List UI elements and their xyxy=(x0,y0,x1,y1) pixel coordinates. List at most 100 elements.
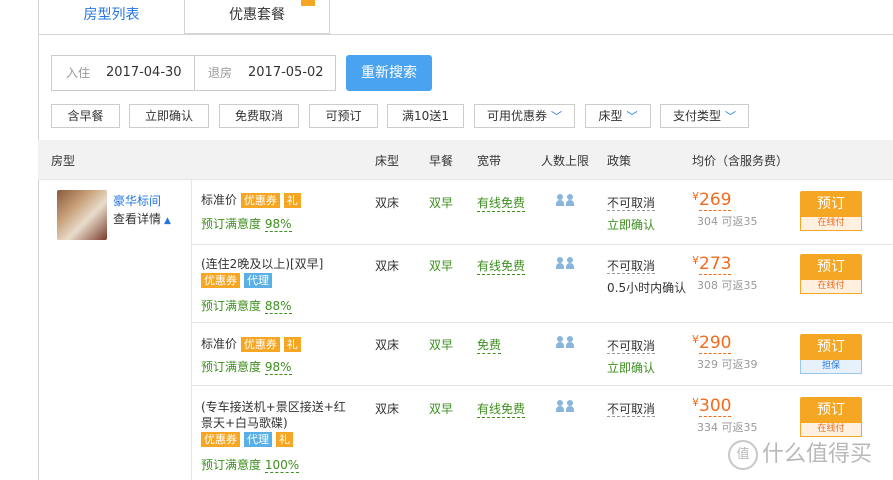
price: ¥273 308 可返35 xyxy=(692,254,758,293)
satisfaction-value: 98% xyxy=(264,360,292,375)
room-thumbnail[interactable] xyxy=(57,190,107,240)
book-button[interactable]: 预订 在线付 xyxy=(800,397,862,437)
bed-type: 双床 xyxy=(375,338,400,352)
filter-instant-confirm[interactable]: 立即确认 xyxy=(129,104,209,128)
bed-type: 双床 xyxy=(375,402,400,416)
filter-breakfast[interactable]: 含早餐 xyxy=(51,104,120,128)
watermark-text: 什么值得买 xyxy=(762,442,873,467)
policy-cancel: 不可取消 xyxy=(607,339,656,354)
chevron-down-icon: ﹀ xyxy=(725,110,736,123)
agent-tag: 代理 xyxy=(244,273,272,288)
people-icon xyxy=(556,336,576,348)
original-price: 304 可返35 xyxy=(697,215,758,228)
book-label: 预订 xyxy=(800,397,862,423)
row-divider xyxy=(192,385,893,386)
date-range-box[interactable]: 入住 2017-04-30 退房 2017-05-02 xyxy=(51,55,336,91)
people-icon xyxy=(556,257,576,269)
currency-symbol: ¥ xyxy=(692,333,699,346)
header-bed: 床型 xyxy=(375,154,400,168)
bed-type: 双床 xyxy=(375,259,400,273)
plan-name: 标准价 优惠券礼 xyxy=(201,336,305,352)
tab-bar: 房型列表 优惠套餐 xyxy=(0,0,893,35)
book-button[interactable]: 预订 担保 xyxy=(800,334,862,374)
checkin-date-input[interactable]: 2017-04-30 xyxy=(106,56,182,90)
satisfaction-value: 88% xyxy=(264,299,292,314)
broadband: 免费 xyxy=(477,338,502,354)
satisfaction-label: 预订满意度 xyxy=(201,458,262,472)
filter-free-cancel[interactable]: 免费取消 xyxy=(219,104,299,128)
original-price: 329 可返39 xyxy=(697,358,758,371)
price: ¥290 329 可返39 xyxy=(692,333,758,372)
currency-symbol: ¥ xyxy=(692,254,699,267)
chevron-down-icon: ﹀ xyxy=(551,110,562,123)
satisfaction: 预订满意度 98% xyxy=(201,215,292,232)
tab-room-list[interactable]: 房型列表 xyxy=(38,0,185,35)
re-search-button[interactable]: 重新搜索 xyxy=(346,55,432,91)
watermark-logo: 值什么值得买 xyxy=(728,438,888,472)
plan-name-text: 标准价 xyxy=(201,193,238,207)
satisfaction-value: 98% xyxy=(264,217,292,232)
hot-badge xyxy=(301,0,315,6)
filter-payment-type-label: 支付类型 xyxy=(672,109,721,123)
coupon-tag: 优惠券 xyxy=(240,193,280,208)
book-button[interactable]: 预订 在线付 xyxy=(800,191,862,231)
price-value: 290 xyxy=(699,333,732,354)
row-divider xyxy=(192,244,893,245)
column-divider xyxy=(191,180,192,480)
header-price: 均价（含服务费） xyxy=(692,154,789,168)
book-label: 预订 xyxy=(800,191,862,217)
satisfaction: 预订满意度 88% xyxy=(201,297,292,314)
chevron-down-icon: ﹀ xyxy=(626,110,638,123)
plan-name: 标准价 优惠券礼 xyxy=(201,192,305,208)
filter-payment-type[interactable]: 支付类型 ﹀ xyxy=(660,104,749,128)
filter-bed-type[interactable]: 床型 ﹀ xyxy=(585,104,651,128)
gift-tag: 礼 xyxy=(283,337,301,352)
filter-10-plus-1[interactable]: 满10送1 xyxy=(387,104,464,128)
currency-symbol: ¥ xyxy=(692,396,699,409)
plan-name-text-line1: (专车接送机+景区接送+红 xyxy=(201,400,346,414)
breakfast: 双早 xyxy=(429,259,454,273)
breakfast: 双早 xyxy=(429,338,454,352)
room-detail-toggle[interactable]: 查看详情 ▲ xyxy=(113,210,171,227)
header-capacity: 人数上限 xyxy=(541,154,590,168)
filter-coupon[interactable]: 可用优惠券 ﹀ xyxy=(474,104,575,128)
content-frame xyxy=(38,34,893,480)
checkin-label: 入住 xyxy=(66,66,91,80)
room-name-link[interactable]: 豪华标间 xyxy=(113,192,161,209)
room-detail-label: 查看详情 xyxy=(113,212,162,226)
checkout-date-input[interactable]: 2017-05-02 xyxy=(248,56,324,90)
original-price: 308 可返35 xyxy=(697,279,758,292)
broadband: 有线免费 xyxy=(477,259,526,275)
price: ¥300 334 可返35 xyxy=(692,396,758,435)
triangle-up-icon: ▲ xyxy=(164,216,171,226)
watermark-badge: 值 xyxy=(728,440,758,470)
people-icon xyxy=(556,194,576,206)
policy: 不可取消 立即确认 xyxy=(607,194,656,233)
filter-bookable[interactable]: 可预订 xyxy=(309,104,378,128)
satisfaction: 预订满意度 98% xyxy=(201,358,292,375)
pay-type-label: 担保 xyxy=(800,360,862,374)
header-room: 房型 xyxy=(51,154,76,168)
policy: 不可取消 立即确认 xyxy=(607,337,656,376)
policy-confirm: 立即确认 xyxy=(607,361,656,375)
price-value: 300 xyxy=(699,396,732,417)
coupon-tag: 优惠券 xyxy=(201,432,240,447)
broadband: 有线免费 xyxy=(477,402,526,418)
satisfaction: 预订满意度 100% xyxy=(201,456,300,473)
gift-tag: 礼 xyxy=(283,193,301,208)
tab-packages[interactable]: 优惠套餐 xyxy=(184,0,330,34)
checkout-label: 退房 xyxy=(208,66,233,80)
policy-cancel: 不可取消 xyxy=(607,402,656,417)
policy: 不可取消 0.5小时内确认 xyxy=(607,257,686,296)
policy-confirm: 立即确认 xyxy=(607,218,656,232)
plan-name: (连住2晚及以上)[双早] 优惠券 代理 xyxy=(201,256,323,288)
price: ¥269 304 可返35 xyxy=(692,190,758,229)
price-value: 273 xyxy=(699,254,732,275)
people-icon xyxy=(556,400,576,412)
policy: 不可取消 xyxy=(607,400,656,417)
book-button[interactable]: 预订 在线付 xyxy=(800,254,862,294)
coupon-tag: 优惠券 xyxy=(201,273,240,288)
satisfaction-label: 预订满意度 xyxy=(201,360,262,374)
policy-confirm: 0.5小时内确认 xyxy=(607,281,687,295)
pay-type-label: 在线付 xyxy=(800,280,862,294)
